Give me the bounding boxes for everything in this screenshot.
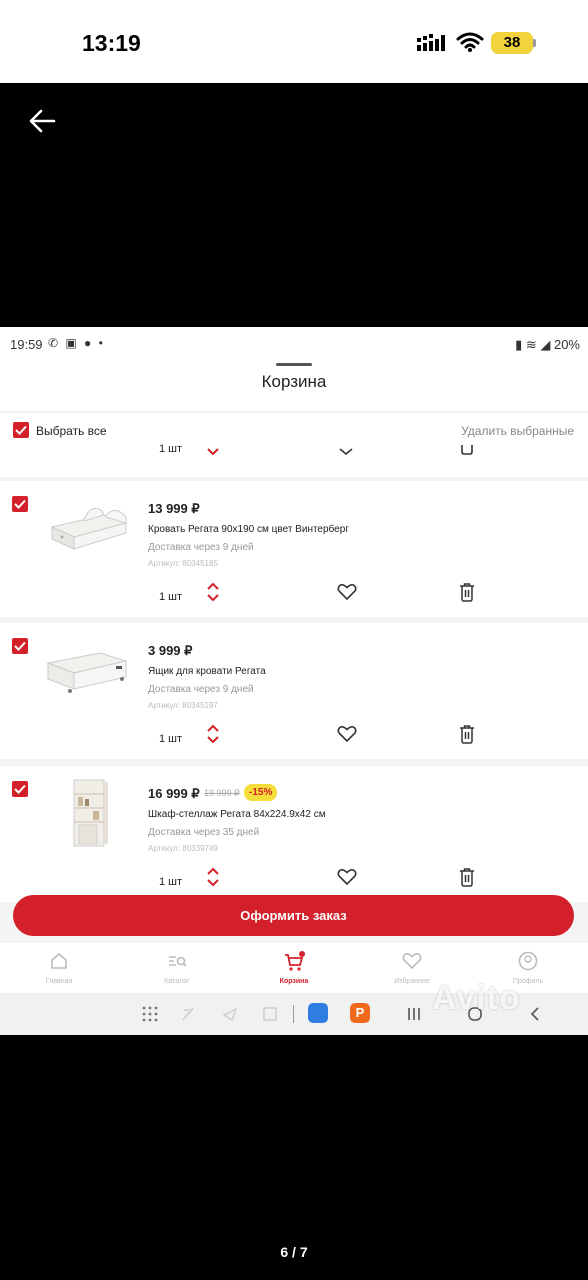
heart-icon — [402, 953, 422, 970]
drawer-product-image[interactable] — [44, 649, 130, 695]
quantity-stepper-icon[interactable] — [206, 867, 220, 887]
nav-label: Корзина — [279, 978, 309, 985]
nav-cart[interactable]: Корзина — [264, 943, 324, 993]
chevron-down-icon[interactable] — [338, 448, 354, 456]
inner-battery-level: 20% — [553, 337, 580, 352]
item-quantity: 1 шт — [159, 733, 183, 745]
item-checkbox[interactable] — [12, 496, 28, 512]
item-name[interactable]: Кровать Регата 90х190 см цвет Винтерберг — [148, 524, 349, 535]
item-price: 16 999 ₽ — [148, 786, 200, 801]
select-all-row: Выбрать все Удалить выбранные — [0, 413, 588, 447]
nav-label: Каталог — [164, 978, 190, 985]
catalog-icon — [169, 956, 187, 967]
cart-item: 16 999 ₽ 19 999 ₽ -15% Шкаф-стеллаж Рега… — [0, 766, 588, 902]
item-quantity: 1 шт — [159, 876, 183, 888]
trash-icon[interactable] — [459, 724, 475, 744]
item-name[interactable]: Шкаф-стеллаж Регата 84х224.9х42 см — [148, 809, 326, 820]
partial-qty: 1 шт — [159, 443, 183, 455]
page-title: Корзина — [261, 372, 327, 391]
item-article: Артикул: 80345197 — [148, 701, 218, 710]
item-delivery: Доставка через 9 дней — [148, 542, 254, 553]
recent-apps-icon[interactable] — [407, 1007, 421, 1021]
nav-home[interactable]: Главная — [29, 943, 89, 993]
partial-cart-item: 1 шт — [0, 443, 588, 477]
notification-icons: ✆ ▣ ● • — [48, 336, 105, 350]
cart-item: 3 999 ₽ Ящик для кровати Регата Доставка… — [0, 623, 588, 759]
select-all-label[interactable]: Выбрать все — [36, 424, 107, 438]
app-icon-blue[interactable] — [308, 1003, 328, 1023]
avito-watermark: Avito — [432, 979, 521, 1017]
app-icon-orange[interactable]: P — [350, 1003, 370, 1023]
select-all-checkbox[interactable] — [13, 422, 29, 438]
back-button-icon[interactable] — [529, 1006, 541, 1022]
inner-status-bar: 19:59 ✆ ▣ ● • ▮ ≋ ◢ 20% — [0, 327, 588, 363]
item-old-price: 19 999 ₽ — [204, 788, 240, 798]
inner-status-time: 19:59 — [10, 337, 43, 352]
battery-indicator: 38 — [491, 32, 533, 54]
profile-icon — [518, 951, 538, 971]
favorite-heart-icon[interactable] — [337, 725, 357, 743]
nav-label: Главная — [45, 978, 73, 985]
item-checkbox[interactable] — [12, 781, 28, 797]
home-icon — [51, 952, 67, 969]
page-indicator: 6 / 7 — [280, 1244, 308, 1260]
item-article: Артикул: 80339749 — [148, 844, 218, 853]
item-delivery: Доставка через 35 дней — [148, 827, 260, 838]
item-price: 13 999 ₽ — [148, 501, 200, 516]
bed-product-image[interactable] — [44, 497, 130, 553]
favorite-heart-icon[interactable] — [337, 868, 357, 886]
wifi-icon — [456, 32, 484, 52]
chevron-down-icon[interactable] — [206, 448, 220, 456]
apps-grid-icon[interactable] — [142, 1006, 158, 1022]
trash-icon[interactable] — [459, 867, 475, 887]
trash-icon[interactable] — [459, 582, 475, 602]
item-price: 3 999 ₽ — [148, 643, 193, 658]
sheet-grabber[interactable] — [276, 363, 312, 366]
app-shortcut-icon[interactable] — [222, 1006, 238, 1022]
favorite-heart-icon[interactable] — [337, 583, 357, 601]
embedded-screenshot: 19:59 ✆ ▣ ● • ▮ ≋ ◢ 20% Корзина Выбрать … — [0, 327, 588, 1035]
cart-header: Корзина — [0, 363, 588, 411]
discount-badge: -15% — [244, 784, 278, 801]
item-checkbox[interactable] — [12, 638, 28, 654]
taskbar-divider — [293, 1005, 294, 1023]
outer-status-bar: 13:19 38 — [0, 0, 588, 83]
inner-battery: ▮ ≋ ◢ 20% — [515, 337, 580, 352]
app-shortcut-icon[interactable] — [262, 1006, 278, 1022]
bookcase-product-image[interactable] — [68, 778, 112, 848]
delete-selected-button[interactable]: Удалить выбранные — [461, 424, 574, 438]
battery-tip — [533, 39, 536, 47]
quantity-stepper-icon[interactable] — [206, 582, 220, 602]
item-delivery: Доставка через 9 дней — [148, 684, 254, 695]
status-time: 13:19 — [82, 30, 141, 56]
item-quantity: 1 шт — [159, 591, 183, 603]
nav-catalog[interactable]: Каталог — [147, 943, 207, 993]
back-arrow-icon[interactable] — [28, 107, 56, 135]
signal-icon — [417, 34, 445, 51]
item-article: Артикул: 80345185 — [148, 559, 218, 568]
cart-icon — [285, 951, 305, 971]
quantity-stepper-icon[interactable] — [206, 724, 220, 744]
trash-icon[interactable] — [460, 445, 474, 455]
app-shortcut-icon[interactable] — [180, 1006, 196, 1022]
checkout-button[interactable]: Оформить заказ — [13, 895, 574, 936]
item-name[interactable]: Ящик для кровати Регата — [148, 666, 266, 677]
cart-item: 13 999 ₽ Кровать Регата 90х190 см цвет В… — [0, 481, 588, 617]
